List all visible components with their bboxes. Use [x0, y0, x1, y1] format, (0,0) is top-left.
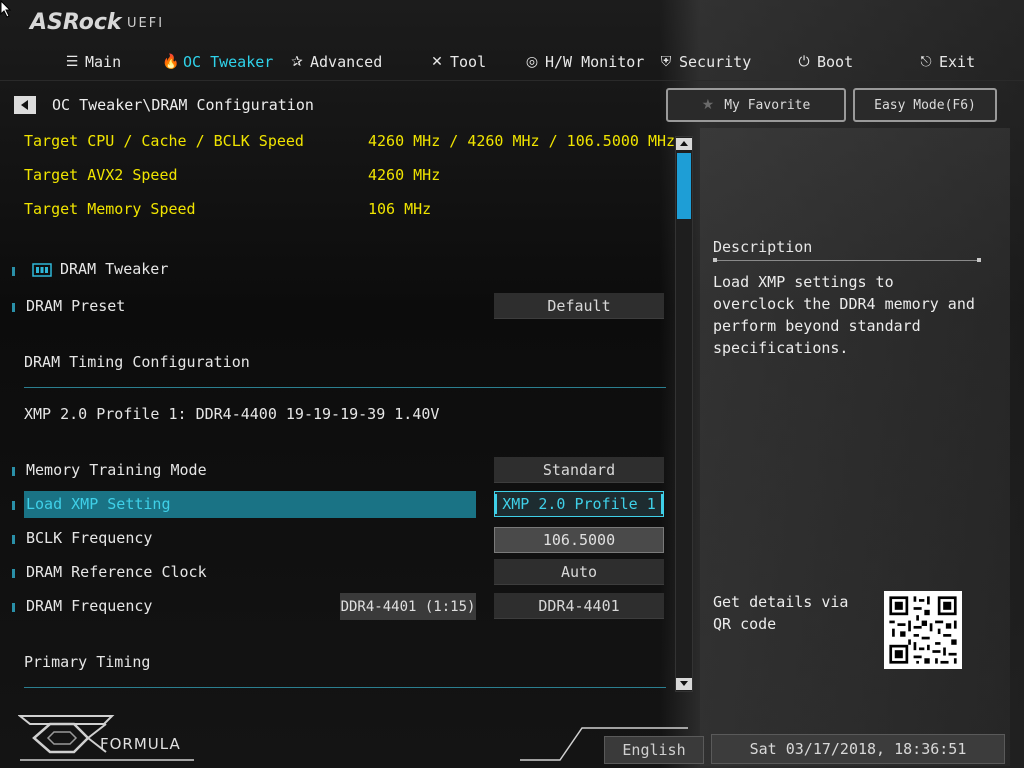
dram-reference-clock-select[interactable]: Auto	[494, 559, 664, 585]
tab-oc-tweaker[interactable]: 🔥 OC Tweaker	[162, 46, 273, 78]
formula-label: FORMULA	[100, 735, 181, 753]
target-memory-label: Target Memory Speed	[24, 200, 196, 218]
description-title: Description	[713, 238, 813, 256]
tab-label: Exit	[939, 53, 976, 71]
row-indicator	[12, 303, 15, 312]
star-icon: ✰	[291, 54, 303, 70]
tab-security[interactable]: ⛨ Security	[658, 46, 752, 78]
bclk-frequency-label: BCLK Frequency	[26, 529, 153, 547]
tab-main[interactable]: ☰ Main	[64, 46, 121, 78]
section-divider	[24, 687, 666, 688]
star-icon: ★	[701, 97, 715, 113]
row-indicator	[12, 535, 15, 544]
tab-label: H/W Monitor	[545, 53, 645, 71]
bclk-frequency-input[interactable]: 106.5000	[494, 527, 664, 553]
memory-training-select[interactable]: Standard	[494, 457, 664, 483]
asrock-logo: ASRock	[30, 10, 122, 35]
load-xmp-label: Load XMP Setting	[26, 495, 171, 513]
easy-mode-button[interactable]: Easy Mode(F6)	[853, 88, 997, 122]
primary-timing-heading: Primary Timing	[24, 653, 151, 671]
tab-label: OC Tweaker	[183, 53, 274, 71]
tab-label: Advanced	[310, 53, 383, 71]
dram-preset-label: DRAM Preset	[26, 297, 126, 315]
back-button[interactable]	[14, 96, 36, 114]
description-panel	[700, 128, 1010, 766]
power-icon: ⏻	[798, 54, 810, 70]
tools-icon: ✕	[431, 54, 443, 70]
my-favorite-label: My Favorite	[724, 97, 811, 113]
row-indicator	[12, 569, 15, 578]
row-indicator	[12, 603, 15, 612]
scrollbar-track[interactable]	[675, 136, 693, 692]
scroll-up-arrow-icon[interactable]	[676, 138, 692, 150]
tab-label: Security	[679, 53, 752, 71]
language-button[interactable]: English	[604, 736, 704, 764]
tab-divider	[0, 80, 1024, 81]
section-divider	[24, 387, 666, 388]
my-favorite-button[interactable]: ★ My Favorite	[666, 88, 846, 122]
dram-timing-heading: DRAM Timing Configuration	[24, 353, 250, 371]
uefi-label: UEFI	[127, 16, 165, 31]
target-cpu-label: Target CPU / Cache / BCLK Speed	[24, 132, 304, 150]
list-icon: ☰	[65, 54, 79, 70]
tab-label: Boot	[817, 53, 854, 71]
qr-code-icon	[884, 591, 962, 669]
exit-icon: ⎋	[920, 54, 932, 70]
mouse-cursor-icon	[0, 0, 12, 18]
row-indicator	[12, 501, 15, 510]
dram-frequency-select[interactable]: DDR4-4401	[494, 593, 664, 619]
xmp-info-text: XMP 2.0 Profile 1: DDR4-4400 19-19-19-39…	[24, 405, 440, 423]
tab-exit[interactable]: ⎋ Exit	[918, 46, 975, 78]
easy-mode-label: Easy Mode(F6)	[874, 97, 976, 113]
main-tabs: ☰ Main 🔥 OC Tweaker ✰ Advanced ✕ Tool ◎ …	[0, 46, 1024, 80]
dram-frequency-hint: DDR4-4401 (1:15)	[340, 593, 476, 620]
target-memory-value: 106 MHz	[368, 200, 432, 218]
breadcrumb: OC Tweaker\DRAM Configuration	[52, 96, 314, 114]
tab-label: Tool	[450, 53, 487, 71]
scroll-down-arrow-icon[interactable]	[676, 678, 692, 690]
dram-frequency-label: DRAM Frequency	[26, 597, 153, 615]
tab-boot[interactable]: ⏻ Boot	[796, 46, 853, 78]
dram-reference-clock-label: DRAM Reference Clock	[26, 563, 207, 581]
dram-tweaker-link[interactable]: DRAM Tweaker	[60, 260, 168, 278]
description-divider	[713, 258, 981, 262]
target-cpu-value: 4260 MHz / 4260 MHz / 106.5000 MHz	[368, 132, 676, 150]
tab-advanced[interactable]: ✰ Advanced	[289, 46, 382, 78]
shield-icon: ⛨	[660, 54, 672, 70]
tab-hw-monitor[interactable]: ◎ H/W Monitor	[524, 46, 644, 78]
row-indicator	[12, 467, 15, 476]
scrollbar-thumb[interactable]	[677, 153, 691, 219]
qr-caption: Get details via QR code	[713, 593, 849, 633]
flame-icon: 🔥	[162, 54, 180, 70]
datetime-display: Sat 03/17/2018, 18:36:51	[711, 734, 1005, 764]
row-indicator	[12, 267, 15, 276]
target-avx2-value: 4260 MHz	[368, 166, 441, 184]
description-text: Load XMP settings to overclock the DDR4 …	[713, 273, 975, 357]
tab-label: Main	[85, 53, 122, 71]
monitor-icon: ◎	[525, 54, 539, 70]
dram-preset-select[interactable]: Default	[494, 293, 664, 319]
load-xmp-select[interactable]: XMP 2.0 Profile 1	[494, 491, 664, 517]
memory-training-label: Memory Training Mode	[26, 461, 207, 479]
tab-tool[interactable]: ✕ Tool	[429, 46, 486, 78]
target-avx2-label: Target AVX2 Speed	[24, 166, 178, 184]
dram-module-icon	[32, 263, 52, 277]
